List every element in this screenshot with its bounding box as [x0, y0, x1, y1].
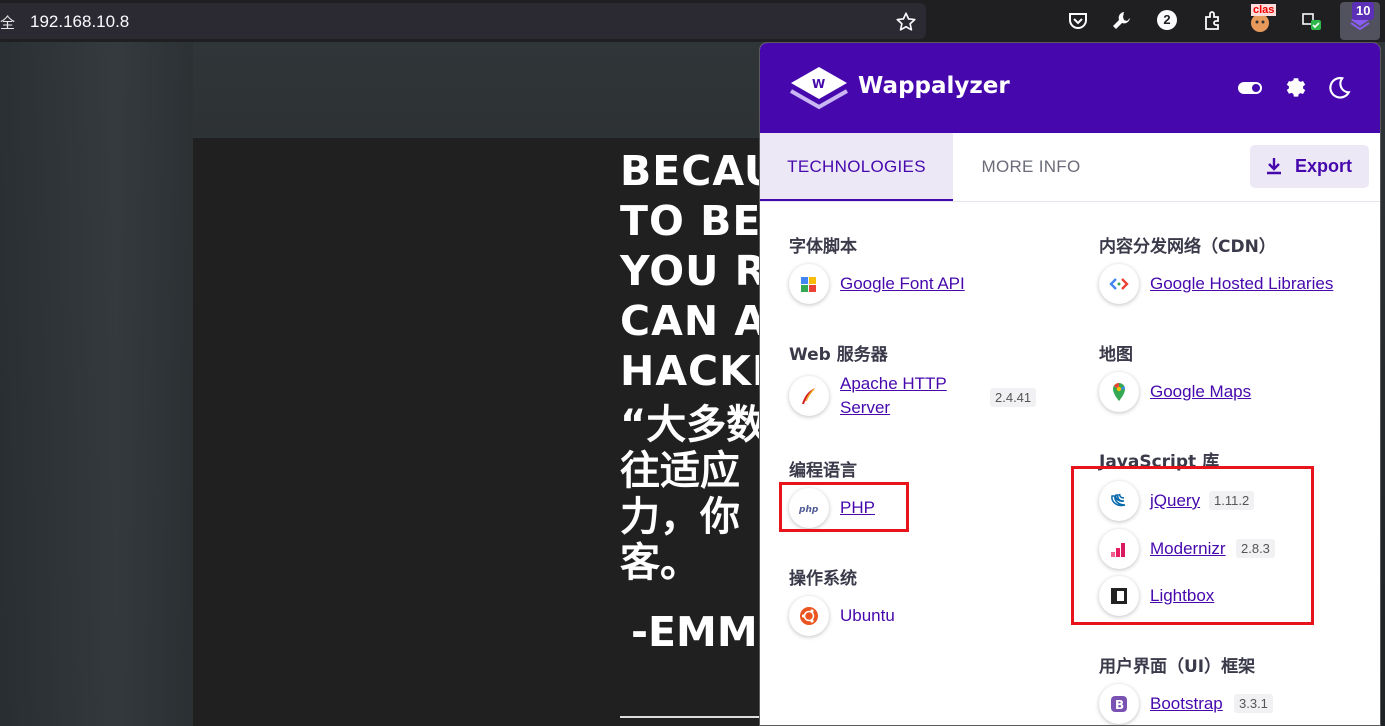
apache-feather-icon	[789, 376, 829, 416]
quote-line: 力，你	[620, 494, 740, 540]
svg-text:B: B	[1115, 698, 1124, 712]
quote-line: 客。	[620, 540, 700, 586]
svg-text:W: W	[812, 77, 825, 91]
popup-title: Wappalyzer	[858, 73, 1010, 99]
highlight-box-javascript-libraries	[1071, 466, 1314, 625]
extension-red-badge: clas	[1251, 4, 1277, 16]
tech-link-bootstrap[interactable]: Bootstrap	[1150, 692, 1223, 716]
moon-icon[interactable]	[1326, 75, 1352, 101]
extension-count-badge: 10	[1352, 2, 1375, 20]
url-prefix: 全	[0, 15, 16, 32]
divider	[620, 716, 770, 718]
tech-link-apache-http-server[interactable]: Apache HTTP Server	[840, 372, 947, 420]
star-icon[interactable]	[895, 11, 917, 33]
ubuntu-icon	[789, 596, 829, 636]
tab-more-info[interactable]: MORE INFO	[953, 133, 1109, 201]
quote-line: YOU R	[620, 247, 768, 295]
google-maps-icon	[1099, 372, 1139, 412]
google-font-api-icon	[789, 264, 829, 304]
hero-quote-english: BECAU TO BE YOU R CAN A HACKE	[620, 146, 781, 396]
version-badge: 2.4.41	[990, 388, 1037, 407]
browser-toolbar: 全 192.168.10.8 2 clas 10	[0, 0, 1385, 42]
url-bar[interactable]: 全 192.168.10.8	[0, 3, 926, 39]
category-heading: 地图	[1099, 345, 1133, 365]
category-heading: 字体脚本	[789, 237, 857, 257]
bootstrap-icon: B	[1099, 684, 1139, 724]
export-button[interactable]: Export	[1250, 145, 1369, 188]
category-heading: Web 服务器	[789, 345, 888, 365]
tech-link-google-hosted-libraries[interactable]: Google Hosted Libraries	[1150, 272, 1333, 296]
quote-author: -EMM	[631, 608, 758, 656]
tech-link-google-maps[interactable]: Google Maps	[1150, 380, 1251, 404]
quote-line: TO BE	[620, 197, 762, 245]
popup-tabs: TECHNOLOGIES MORE INFO Export	[760, 133, 1380, 202]
wappalyzer-logo-icon: W	[790, 67, 848, 110]
wrench-icon[interactable]	[1110, 9, 1134, 33]
tech-name-line: Apache HTTP	[840, 374, 947, 393]
category-heading: 内容分发网络（CDN）	[1099, 237, 1276, 257]
tech-link-ubuntu[interactable]: Ubuntu	[840, 604, 895, 628]
category-heading: 编程语言	[789, 461, 857, 481]
url-text[interactable]: 192.168.10.8	[30, 12, 129, 32]
quote-line: 往适应	[620, 448, 740, 494]
website-side-image	[0, 42, 193, 726]
popup-header: W Wappalyzer	[760, 43, 1380, 133]
tab-technologies[interactable]: TECHNOLOGIES	[760, 133, 953, 201]
quote-line: “大多数	[620, 402, 767, 448]
toggle-icon[interactable]	[1237, 75, 1263, 101]
translate-extension-icon[interactable]	[1300, 9, 1324, 33]
category-heading: 用户界面（UI）框架	[1099, 657, 1256, 677]
toolbar-count-badge[interactable]: 2	[1157, 10, 1177, 30]
quote-line: CAN A	[620, 297, 768, 345]
quote-line: BECAU	[620, 147, 779, 195]
highlight-box-php	[779, 482, 909, 532]
puzzle-icon[interactable]	[1201, 9, 1225, 33]
quote-line: HACKE	[620, 347, 781, 395]
pocket-icon[interactable]	[1066, 9, 1090, 33]
export-label: Export	[1295, 156, 1353, 176]
category-heading: 操作系统	[789, 569, 857, 589]
tech-name-line: Server	[840, 398, 891, 417]
download-icon	[1267, 158, 1281, 175]
version-badge: 3.3.1	[1234, 694, 1273, 713]
tech-link-google-font-api[interactable]: Google Font API	[840, 272, 965, 296]
google-hosted-libraries-icon	[1099, 264, 1139, 304]
gear-icon[interactable]	[1283, 75, 1309, 101]
hero-quote-chinese: “大多数 往适应 力，你 客。	[620, 402, 780, 586]
